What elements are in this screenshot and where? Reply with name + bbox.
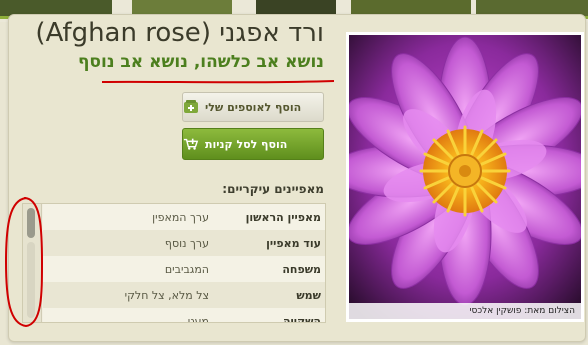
row-value: צל מלא, צל חלקי <box>124 288 209 302</box>
add-to-cart-button[interactable]: הוסף לסל קניות <box>182 128 324 160</box>
cart-plus-icon <box>183 137 199 151</box>
row-key: שמש <box>296 288 321 302</box>
annotation-circle <box>4 197 44 328</box>
add-to-collection-button[interactable]: הוסף לאוספים שלי <box>182 92 324 122</box>
plant-photo: הצילום מאת: פושקין אלכסי <box>346 32 584 322</box>
row-key: עוד מאפיין <box>266 236 321 250</box>
photo-credit: הצילום מאת: פושקין אלכסי <box>349 303 581 319</box>
table-row: עוד מאפיין ערך נוסף <box>43 230 325 257</box>
table-row: שמש צל מלא, צל חלקי <box>43 282 325 309</box>
row-key: מאפיין הראשון <box>245 210 321 224</box>
table-row: מאפיין הראשון ערך המאפין <box>43 204 325 231</box>
table-row: השקייה מעט <box>43 308 325 323</box>
row-key: משפחה <box>282 262 321 276</box>
parent-topics-link[interactable]: נושא אב כלשהו, נושא אב נוסף <box>78 52 324 72</box>
lotus-flower-image <box>349 35 581 319</box>
row-value: המגביבים <box>164 262 209 276</box>
row-value: ערך נוסף <box>164 236 209 250</box>
collection-icon <box>183 100 199 114</box>
row-value: ערך המאפין <box>152 210 209 224</box>
page-title: ורד אפגני (Afghan rose) <box>35 18 324 48</box>
row-value: מעט <box>187 314 210 323</box>
characteristics-title: מאפיינים עיקריים: <box>222 182 324 196</box>
characteristics-table: מאפיין הראשון ערך המאפין עוד מאפיין ערך … <box>22 203 326 323</box>
table-row: משפחה המגביבים <box>43 256 325 283</box>
add-to-cart-label: הוסף לסל קניות <box>205 137 288 151</box>
row-key: השקייה <box>282 314 321 323</box>
add-to-collection-label: הוסף לאוספים שלי <box>205 100 302 114</box>
annotation-underline <box>101 80 335 84</box>
